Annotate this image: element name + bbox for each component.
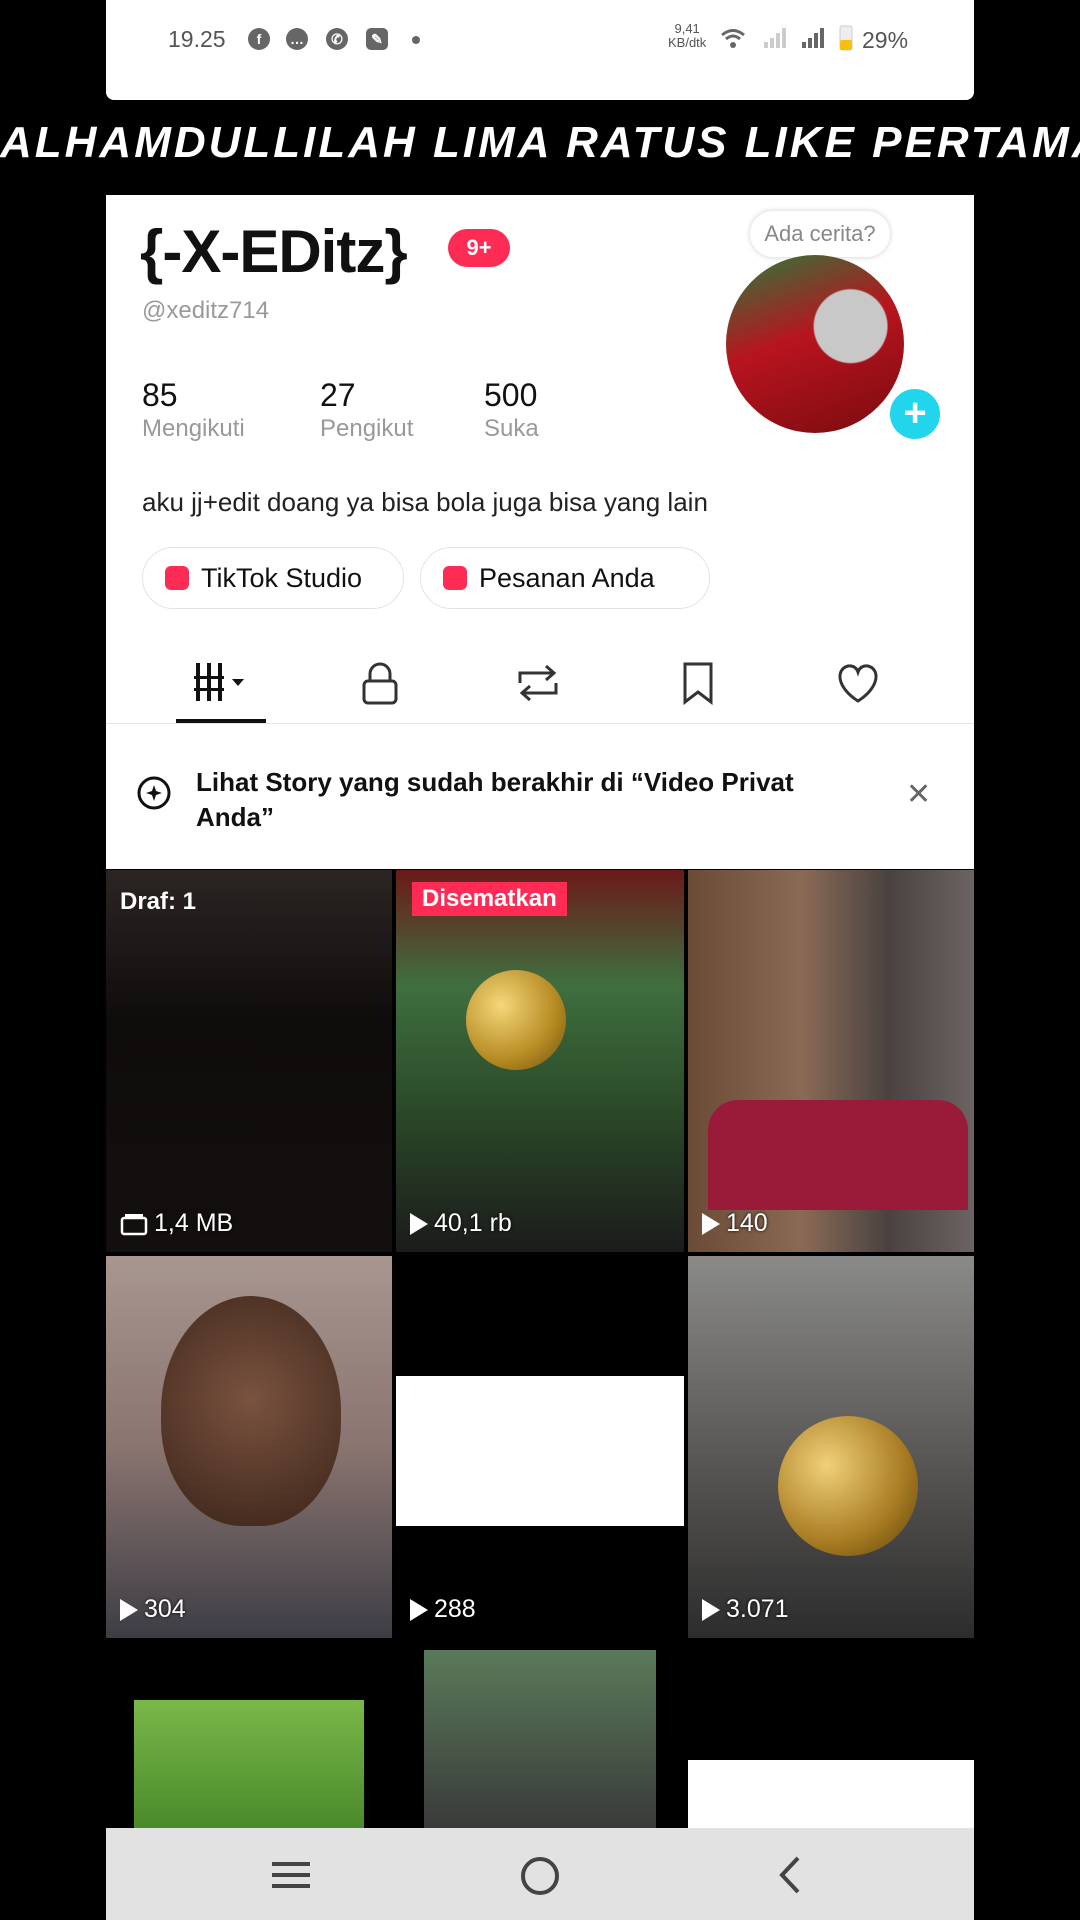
play-icon bbox=[410, 1212, 428, 1235]
view-count: 3.071 bbox=[702, 1595, 789, 1624]
saved-tab[interactable] bbox=[668, 653, 728, 713]
network-speed-value: 9,41 bbox=[674, 21, 700, 36]
message-icon: … bbox=[286, 28, 308, 50]
bio-text: aku jj+edit doang ya bisa bola juga bisa… bbox=[142, 487, 708, 517]
view-count-label: 304 bbox=[144, 1595, 186, 1623]
pinned-video-tile[interactable]: Disematkan 40,1 rb bbox=[396, 870, 684, 1252]
video-thumbnail bbox=[708, 1100, 968, 1210]
add-story-button[interactable]: + bbox=[886, 385, 944, 443]
view-count: 288 bbox=[410, 1595, 476, 1624]
system-nav-bar bbox=[106, 1828, 974, 1920]
close-icon[interactable]: ✕ bbox=[906, 777, 931, 812]
tabs-divider bbox=[106, 723, 974, 724]
reposts-tab[interactable] bbox=[508, 653, 568, 713]
bookmark-icon bbox=[683, 662, 713, 705]
wifi-icon bbox=[721, 29, 745, 48]
liked-tab[interactable] bbox=[828, 653, 888, 713]
profile-panel: {-X-EDitz} 9+ @xeditz714 Ada cerita? + 8… bbox=[106, 195, 974, 869]
followers-count[interactable]: 27 bbox=[320, 377, 356, 414]
network-speed: 9,41 KB/dtk bbox=[668, 22, 706, 50]
draft-video-tile[interactable]: Draf: 1 1,4 MB bbox=[106, 870, 392, 1252]
display-name: {-X-EDitz} bbox=[140, 218, 408, 285]
play-icon bbox=[410, 1598, 428, 1621]
signal-icon bbox=[764, 28, 786, 48]
private-tab[interactable] bbox=[350, 653, 410, 713]
comment-screenshot bbox=[396, 1376, 684, 1526]
network-speed-unit: KB/dtk bbox=[668, 35, 707, 50]
grid-icon bbox=[194, 663, 244, 701]
story-notice[interactable]: Lihat Story yang sudah berakhir di “Vide… bbox=[106, 725, 974, 869]
draft-size: 1,4 MB bbox=[120, 1209, 233, 1238]
battery-percent: 29% bbox=[862, 27, 909, 53]
status-bar: 19.25 f … ✆ ✎ 9,41 KB/dtk 29% bbox=[106, 0, 974, 100]
video-thumbnail bbox=[161, 1296, 341, 1526]
view-count-label: 40,1 rb bbox=[434, 1209, 512, 1237]
status-time: 19.25 bbox=[168, 26, 226, 52]
story-bubble[interactable]: Ada cerita? bbox=[750, 211, 890, 257]
story-icon bbox=[137, 776, 171, 810]
video-tile[interactable]: 304 bbox=[106, 1256, 392, 1638]
tiktok-studio-label: TikTok Studio bbox=[201, 562, 363, 593]
draft-label: Draf: 1 bbox=[120, 888, 197, 915]
ballon-dor-image bbox=[466, 970, 566, 1070]
tiktok-studio-button[interactable]: TikTok Studio bbox=[142, 547, 404, 609]
play-icon bbox=[702, 1598, 720, 1621]
lock-icon bbox=[362, 662, 398, 705]
video-tile[interactable] bbox=[688, 1642, 974, 1828]
comment-screenshot bbox=[688, 1760, 974, 1828]
username: @xeditz714 bbox=[142, 297, 270, 324]
dot-icon bbox=[412, 36, 420, 44]
repost-icon bbox=[518, 664, 558, 702]
videos-tab[interactable] bbox=[192, 653, 252, 713]
avatar[interactable] bbox=[726, 255, 904, 433]
recents-icon[interactable] bbox=[270, 1856, 312, 1894]
notification-badge[interactable]: 9+ bbox=[448, 229, 510, 267]
followers-label[interactable]: Pengikut bbox=[320, 415, 413, 443]
likes-count[interactable]: 500 bbox=[484, 377, 537, 414]
video-tile[interactable]: 140 bbox=[688, 870, 974, 1252]
likes-label[interactable]: Suka bbox=[484, 415, 539, 443]
ballon-dor-image bbox=[778, 1416, 918, 1556]
view-count: 40,1 rb bbox=[410, 1209, 512, 1238]
video-tile[interactable] bbox=[396, 1642, 684, 1828]
app-icon: ✎ bbox=[366, 28, 388, 50]
following-label[interactable]: Mengikuti bbox=[142, 415, 245, 443]
folder-icon bbox=[120, 1213, 148, 1235]
signal-icon bbox=[802, 28, 824, 48]
story-notice-text: Lihat Story yang sudah berakhir di “Vide… bbox=[196, 767, 794, 832]
home-icon[interactable] bbox=[518, 1854, 562, 1898]
studio-icon bbox=[165, 566, 189, 590]
following-count[interactable]: 85 bbox=[142, 377, 178, 414]
video-tile[interactable] bbox=[106, 1642, 392, 1828]
video-thumbnail bbox=[424, 1650, 656, 1828]
play-icon bbox=[120, 1598, 138, 1621]
view-count: 140 bbox=[702, 1209, 768, 1238]
view-count-label: 140 bbox=[726, 1209, 768, 1237]
draft-size-label: 1,4 MB bbox=[154, 1209, 234, 1237]
back-icon[interactable] bbox=[774, 1854, 806, 1896]
view-count: 304 bbox=[120, 1595, 186, 1624]
battery-icon bbox=[839, 25, 853, 51]
play-icon bbox=[702, 1212, 720, 1235]
facebook-icon: f bbox=[248, 28, 270, 50]
heart-icon bbox=[838, 664, 878, 703]
video-tile[interactable]: 3.071 bbox=[688, 1256, 974, 1638]
view-count-label: 3.071 bbox=[726, 1595, 789, 1623]
orders-button[interactable]: Pesanan Anda bbox=[420, 547, 710, 609]
view-count-label: 288 bbox=[434, 1595, 476, 1623]
orders-label: Pesanan Anda bbox=[479, 562, 655, 593]
pinned-badge: Disematkan bbox=[412, 882, 567, 916]
caption-banner: ALHAMDULLILAH LIMA RATUS LIKE PERTAMA bbox=[0, 118, 1080, 167]
shopping-bag-icon bbox=[443, 566, 467, 590]
whatsapp-icon: ✆ bbox=[326, 28, 348, 50]
video-tile[interactable]: 288 bbox=[396, 1256, 684, 1638]
video-thumbnail bbox=[134, 1700, 364, 1828]
